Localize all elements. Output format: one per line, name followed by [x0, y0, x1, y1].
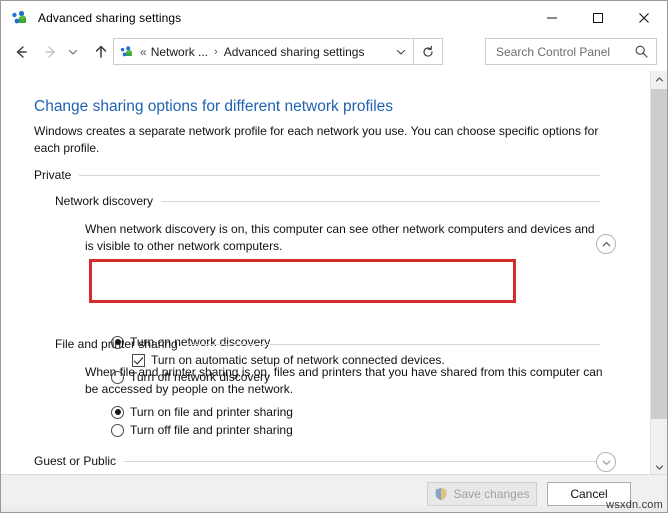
- search-box[interactable]: [485, 38, 657, 65]
- divider: [161, 201, 600, 202]
- profile-header-private: Private: [34, 168, 600, 182]
- breadcrumb-separator: ›: [214, 46, 218, 58]
- watermark: wsxdn.com: [606, 499, 663, 511]
- section-header-file-printer-sharing: File and printer sharing: [55, 337, 600, 351]
- divider: [79, 175, 600, 176]
- section-description-network-discovery: When network discovery is on, this compu…: [85, 221, 603, 255]
- radio-turn-off-file-printer-sharing[interactable]: [111, 424, 124, 437]
- chevron-up-icon: [655, 75, 664, 84]
- radio-row-turn-on-file-printer-sharing[interactable]: Turn on file and printer sharing: [111, 405, 293, 419]
- back-button[interactable]: [7, 38, 35, 66]
- radio-label-turn-on-file-printer-sharing: Turn on file and printer sharing: [130, 405, 293, 419]
- profile-header-guest-or-public: Guest or Public: [34, 454, 600, 468]
- chevron-down-icon: [601, 457, 612, 468]
- title-bar: Advanced sharing settings: [1, 1, 667, 34]
- breadcrumb-item-advanced-sharing-settings[interactable]: Advanced sharing settings: [224, 45, 365, 59]
- divider: [186, 344, 600, 345]
- chevron-down-icon: [655, 463, 664, 472]
- profile-label-guest-or-public: Guest or Public: [34, 454, 116, 468]
- content-pane: Change sharing options for different net…: [1, 71, 651, 476]
- section-label-file-printer-sharing: File and printer sharing: [55, 337, 178, 351]
- radio-row-turn-off-file-printer-sharing[interactable]: Turn off file and printer sharing: [111, 423, 293, 437]
- recent-locations-button[interactable]: [63, 38, 83, 66]
- address-bar[interactable]: « Network ... › Advanced sharing setting…: [113, 38, 443, 65]
- advanced-sharing-settings-window: Advanced sharing settings: [0, 0, 668, 513]
- search-icon[interactable]: [630, 44, 652, 59]
- profile-label-private: Private: [34, 168, 71, 182]
- minimize-button[interactable]: [529, 1, 575, 34]
- search-input[interactable]: [494, 44, 626, 60]
- vertical-scrollbar[interactable]: [650, 71, 667, 476]
- navigation-bar: « Network ... › Advanced sharing setting…: [1, 34, 667, 71]
- vertical-scroll-thumb[interactable]: [651, 89, 667, 419]
- command-bar: Save changes Cancel wsxdn.com: [1, 474, 667, 512]
- save-changes-button[interactable]: Save changes: [427, 482, 537, 506]
- breadcrumb-prefix: «: [140, 45, 147, 59]
- up-one-level-button[interactable]: [87, 38, 115, 66]
- footer-strip: [1, 507, 667, 512]
- cancel-label: Cancel: [570, 487, 607, 501]
- chevron-down-icon[interactable]: [390, 39, 412, 64]
- maximize-button[interactable]: [575, 1, 621, 34]
- page-title: Change sharing options for different net…: [34, 98, 393, 116]
- network-sharing-icon: [119, 44, 135, 60]
- scroll-up-button[interactable]: [651, 71, 667, 88]
- highlight-annotation-network-discovery: [89, 259, 516, 303]
- uac-shield-icon: [434, 487, 448, 501]
- refresh-button[interactable]: [413, 39, 442, 64]
- window-controls: [529, 1, 667, 34]
- forward-button[interactable]: [37, 38, 65, 66]
- network-sharing-icon: [10, 8, 30, 28]
- window-title: Advanced sharing settings: [38, 11, 181, 25]
- save-changes-label: Save changes: [453, 487, 529, 501]
- section-label-network-discovery: Network discovery: [55, 194, 153, 208]
- radio-label-turn-off-file-printer-sharing: Turn off file and printer sharing: [130, 423, 293, 437]
- page-description: Windows creates a separate network profi…: [34, 123, 600, 157]
- divider: [124, 461, 600, 462]
- section-description-file-printer-sharing: When file and printer sharing is on, fil…: [85, 364, 603, 398]
- expand-button-guest-or-public[interactable]: [596, 452, 616, 472]
- breadcrumb-item-network[interactable]: Network ...: [151, 45, 208, 59]
- section-header-network-discovery: Network discovery: [55, 194, 600, 208]
- close-button[interactable]: [621, 1, 667, 34]
- radio-turn-on-file-printer-sharing[interactable]: [111, 406, 124, 419]
